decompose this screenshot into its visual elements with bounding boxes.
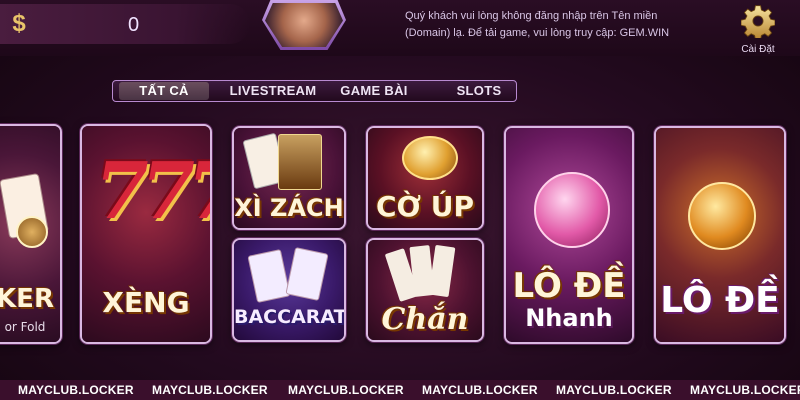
chan-card-icon [428,244,456,298]
game-card-lode[interactable]: LÔ ĐỀ [654,126,786,344]
game-title: LÔ ĐỀ [512,266,626,306]
watermark-text: MAYCLUB.LOCKER [152,383,268,397]
chess-piece-icon [402,136,458,180]
watermark-text: MAYCLUB.LOCKER [18,383,134,397]
game-card-poker[interactable]: KER or Fold [0,124,62,344]
game-title: LÔ ĐỀ [660,280,780,321]
balance-display: $ 0 [0,4,250,44]
watermark-text: MAYCLUB.LOCKER [690,383,800,397]
playing-card-icon [247,248,291,304]
balance-value: 0 [128,14,140,36]
watermark-text: MAYCLUB.LOCKER [556,383,672,397]
lottery-ball-icon [534,172,610,248]
game-card-xizach[interactable]: XÌ ZÁCH [232,126,346,230]
game-title: XÈNG [102,286,190,319]
tab-card-games[interactable]: GAME BÀI [335,82,413,100]
tab-livestream[interactable]: LIVESTREAM [217,82,329,100]
playing-card-icon [285,246,329,302]
game-title: CỜ ÚP [375,190,474,223]
game-card-xeng[interactable]: 777 XÈNG [80,124,212,344]
settings-label: Cài Đặt [741,44,775,55]
settings-button[interactable]: Cài Đặt [734,4,782,55]
chip-icon [16,216,48,248]
game-subtitle: Nhanh [525,304,613,332]
dollar-icon: $ [12,10,26,37]
game-subtitle: or Fold [4,320,46,334]
watermark-bar: MAYCLUB.LOCKER MAYCLUB.LOCKER MAYCLUB.LO… [0,380,800,400]
game-card-baccarat[interactable]: BACCARAT [232,238,346,342]
watermark-text: MAYCLUB.LOCKER [422,383,538,397]
category-tabs: TẤT CẢ LIVESTREAM GAME BÀI SLOTS [112,80,517,102]
game-title: XÌ ZÁCH [234,194,344,222]
tab-slots[interactable]: SLOTS [447,82,511,100]
game-title: Chắn [381,302,469,337]
king-card-icon [278,134,322,190]
top-bar: $ 0 Quý khách vui lòng không đăng nhập t… [0,0,800,56]
avatar[interactable] [262,0,346,50]
lucky-seven-icon: 777 [86,146,212,237]
avatar-image [265,3,343,47]
game-card-coup[interactable]: CỜ ÚP [366,126,484,230]
watermark-text: MAYCLUB.LOCKER [288,383,404,397]
game-title: KER [0,284,54,314]
game-card-chan[interactable]: Chắn [366,238,484,342]
lottery-ball-icon [688,182,756,250]
gear-icon [740,5,776,41]
domain-notice: Quý khách vui lòng không đăng nhập trên … [405,10,670,39]
tab-all[interactable]: TẤT CẢ [119,82,209,100]
game-title: BACCARAT [234,306,346,328]
game-card-lode-nhanh[interactable]: LÔ ĐỀ Nhanh [504,126,634,344]
